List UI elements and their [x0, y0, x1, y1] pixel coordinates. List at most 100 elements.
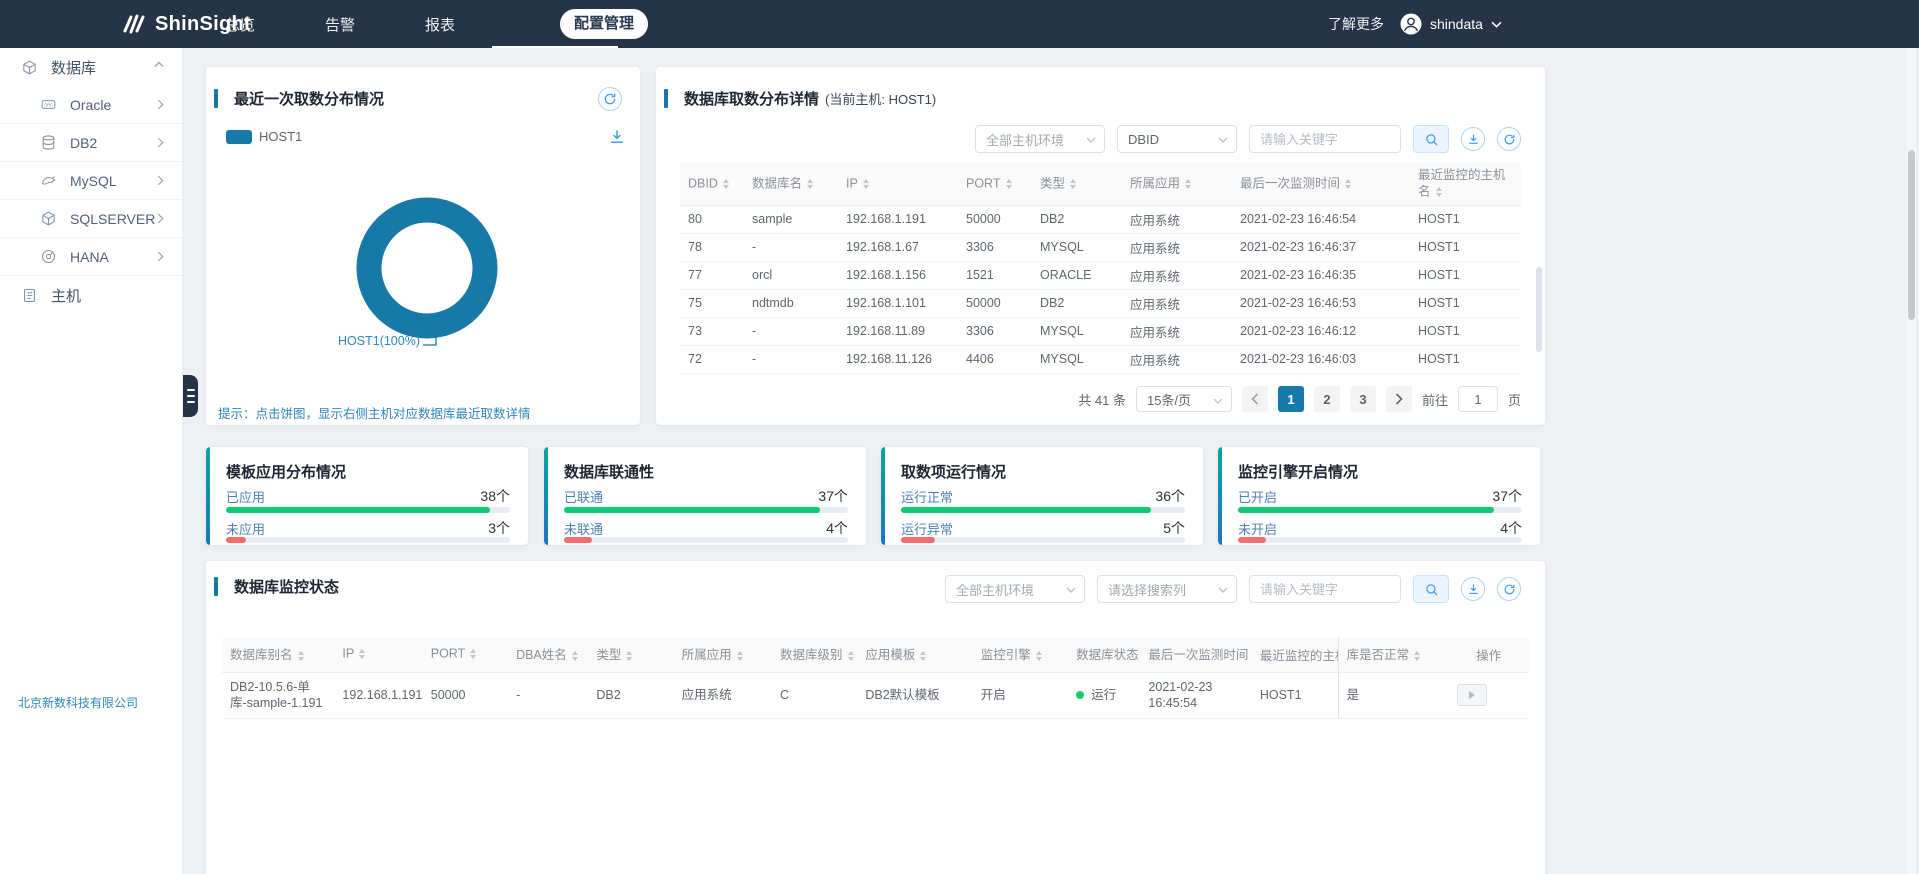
sort-icon[interactable] — [572, 648, 578, 664]
title-accent — [214, 89, 218, 108]
table-row[interactable]: DB2-10.5.6-单库-sample-1.191 192.168.1.191… — [222, 672, 1529, 718]
keyword-input[interactable] — [1249, 575, 1401, 603]
download-table-button[interactable] — [1461, 577, 1485, 601]
card-accent — [206, 447, 210, 545]
pagination: 共 41 条 15条/页 1 2 3 前往 页 — [1078, 385, 1521, 413]
status-text: 运行 — [1091, 688, 1116, 702]
sort-icon[interactable] — [737, 648, 743, 664]
metric-label: 运行异常 — [901, 519, 953, 538]
chevron-up-icon — [154, 61, 164, 68]
search-button[interactable] — [1413, 575, 1449, 603]
sort-icon[interactable] — [1345, 176, 1351, 192]
sort-icon[interactable] — [863, 176, 869, 192]
company-link[interactable]: 北京新数科技有限公司 — [18, 694, 138, 711]
table-row[interactable]: 78- 192.168.1.673306 MYSQL应用系统 2021-02-2… — [680, 233, 1521, 261]
sort-icon[interactable] — [1414, 648, 1420, 664]
learn-more-link[interactable]: 了解更多 — [1328, 14, 1384, 34]
sort-icon[interactable] — [723, 176, 729, 192]
expand-row-button[interactable] — [1457, 684, 1487, 706]
chevron-right-icon — [157, 99, 164, 110]
search-column-select[interactable]: 请选择搜索列 — [1097, 575, 1237, 603]
tab-config-management[interactable]: 配置管理 — [560, 9, 648, 39]
table-row[interactable]: 73- 192.168.11.893306 MYSQL应用系统 2021-02-… — [680, 317, 1521, 345]
monitor-filters: 全部主机环境 请选择搜索列 — [945, 575, 1521, 603]
page-scrollbar[interactable] — [1907, 48, 1916, 874]
sidebar-item-sqlserver[interactable]: SQLSERVER — [0, 200, 182, 238]
sort-icon[interactable] — [298, 648, 304, 664]
sort-icon[interactable] — [1006, 176, 1012, 192]
metric-count: 37个 — [818, 486, 848, 506]
page-button-3[interactable]: 3 — [1350, 386, 1376, 412]
metric-label: 运行正常 — [901, 487, 953, 506]
page-size-select[interactable]: 15条/页 — [1136, 386, 1232, 412]
host-env-select[interactable]: 全部主机环境 — [975, 125, 1105, 153]
progress-bar — [564, 537, 848, 543]
sort-icon[interactable] — [359, 646, 365, 662]
active-tab-underline — [492, 46, 618, 48]
goto-page-input[interactable] — [1458, 386, 1498, 412]
tab-alerts[interactable]: 告警 — [290, 14, 390, 35]
sidebar-item-hana[interactable]: HANA — [0, 238, 182, 276]
table-row[interactable]: 77orcl 192.168.1.1561521 ORACLE应用系统 2021… — [680, 261, 1521, 289]
download-table-button[interactable] — [1461, 127, 1485, 151]
chevron-right-icon — [157, 137, 164, 148]
table-row[interactable]: 72- 192.168.11.1264406 MYSQL应用系统 2021-02… — [680, 345, 1521, 373]
top-navigation: 总览 告警 报表 配置管理 — [190, 0, 648, 48]
sidebar-item-db2[interactable]: DB2 — [0, 124, 182, 162]
prev-page-button[interactable] — [1242, 386, 1268, 412]
card-accent — [1218, 447, 1222, 545]
sort-icon[interactable] — [1036, 648, 1042, 664]
tab-reports[interactable]: 报表 — [390, 14, 490, 35]
keyword-input[interactable] — [1249, 125, 1401, 153]
stat-card-monitor-engine: 监控引擎开启情况 已开启 37个 未开启 4个 — [1218, 447, 1540, 545]
sort-icon[interactable] — [470, 646, 476, 662]
table-row[interactable]: 80sample 192.168.1.19150000 DB2应用系统 2021… — [680, 205, 1521, 233]
metric-count: 5个 — [1163, 518, 1185, 538]
sort-icon[interactable] — [807, 176, 813, 192]
donut-chart[interactable] — [356, 197, 498, 339]
sort-icon[interactable] — [1185, 176, 1191, 192]
card-title: 最近一次取数分布情况 — [234, 88, 384, 109]
chevron-right-icon — [157, 251, 164, 262]
distribution-card: 最近一次取数分布情况 HOST1 HOST1(100%) 提示：点击饼图，显示右… — [206, 67, 640, 425]
detail-filters: 全部主机环境 DBID — [975, 125, 1521, 153]
stat-title: 数据库联通性 — [564, 461, 654, 482]
progress-bar — [564, 507, 848, 513]
search-column-select[interactable]: DBID — [1117, 125, 1237, 153]
sort-icon[interactable] — [920, 648, 926, 664]
sidebar-item-mysql[interactable]: MySQL — [0, 162, 182, 200]
sort-icon[interactable] — [848, 648, 854, 664]
stat-card-fetch-items: 取数项运行情况 运行正常 36个 运行异常 5个 — [881, 447, 1203, 545]
sidebar-group-database[interactable]: 数据库 — [0, 48, 182, 86]
progress-bar — [901, 507, 1185, 513]
search-button[interactable] — [1413, 125, 1449, 153]
host-env-select[interactable]: 全部主机环境 — [945, 575, 1085, 603]
refresh-button[interactable] — [598, 87, 622, 111]
download-chart-button[interactable] — [602, 127, 620, 145]
sidebar-item-label: Oracle — [70, 97, 111, 113]
page-button-1[interactable]: 1 — [1278, 386, 1304, 412]
metric-label: 未联通 — [564, 519, 603, 538]
page-button-2[interactable]: 2 — [1314, 386, 1340, 412]
sidebar-item-oracle[interactable]: ORC Oracle — [0, 86, 182, 124]
refresh-table-button[interactable] — [1497, 577, 1521, 601]
table-row[interactable]: 75ndtmdb 192.168.1.10150000 DB2应用系统 2021… — [680, 289, 1521, 317]
tab-overview[interactable]: 总览 — [190, 14, 290, 35]
sort-icon[interactable] — [1070, 176, 1076, 192]
sidebar-item-label: DB2 — [70, 135, 97, 151]
table-scrollbar-thumb[interactable] — [1536, 267, 1542, 352]
sort-icon[interactable] — [626, 648, 632, 664]
progress-bar — [901, 537, 1185, 543]
user-menu[interactable]: shindata — [1400, 13, 1502, 35]
topbar-right: 了解更多 shindata — [1328, 0, 1502, 48]
sidebar-collapse-handle[interactable] — [183, 375, 198, 417]
chevron-down-icon — [1213, 398, 1223, 404]
sort-icon[interactable] — [1436, 184, 1442, 200]
refresh-table-button[interactable] — [1497, 127, 1521, 151]
sidebar-item-host[interactable]: 主机 — [0, 276, 182, 314]
next-page-button[interactable] — [1386, 386, 1412, 412]
refresh-icon — [1503, 583, 1516, 596]
database-cube-icon — [21, 59, 38, 76]
page-scrollbar-thumb[interactable] — [1908, 150, 1915, 320]
chart-legend[interactable]: HOST1 — [226, 129, 302, 144]
